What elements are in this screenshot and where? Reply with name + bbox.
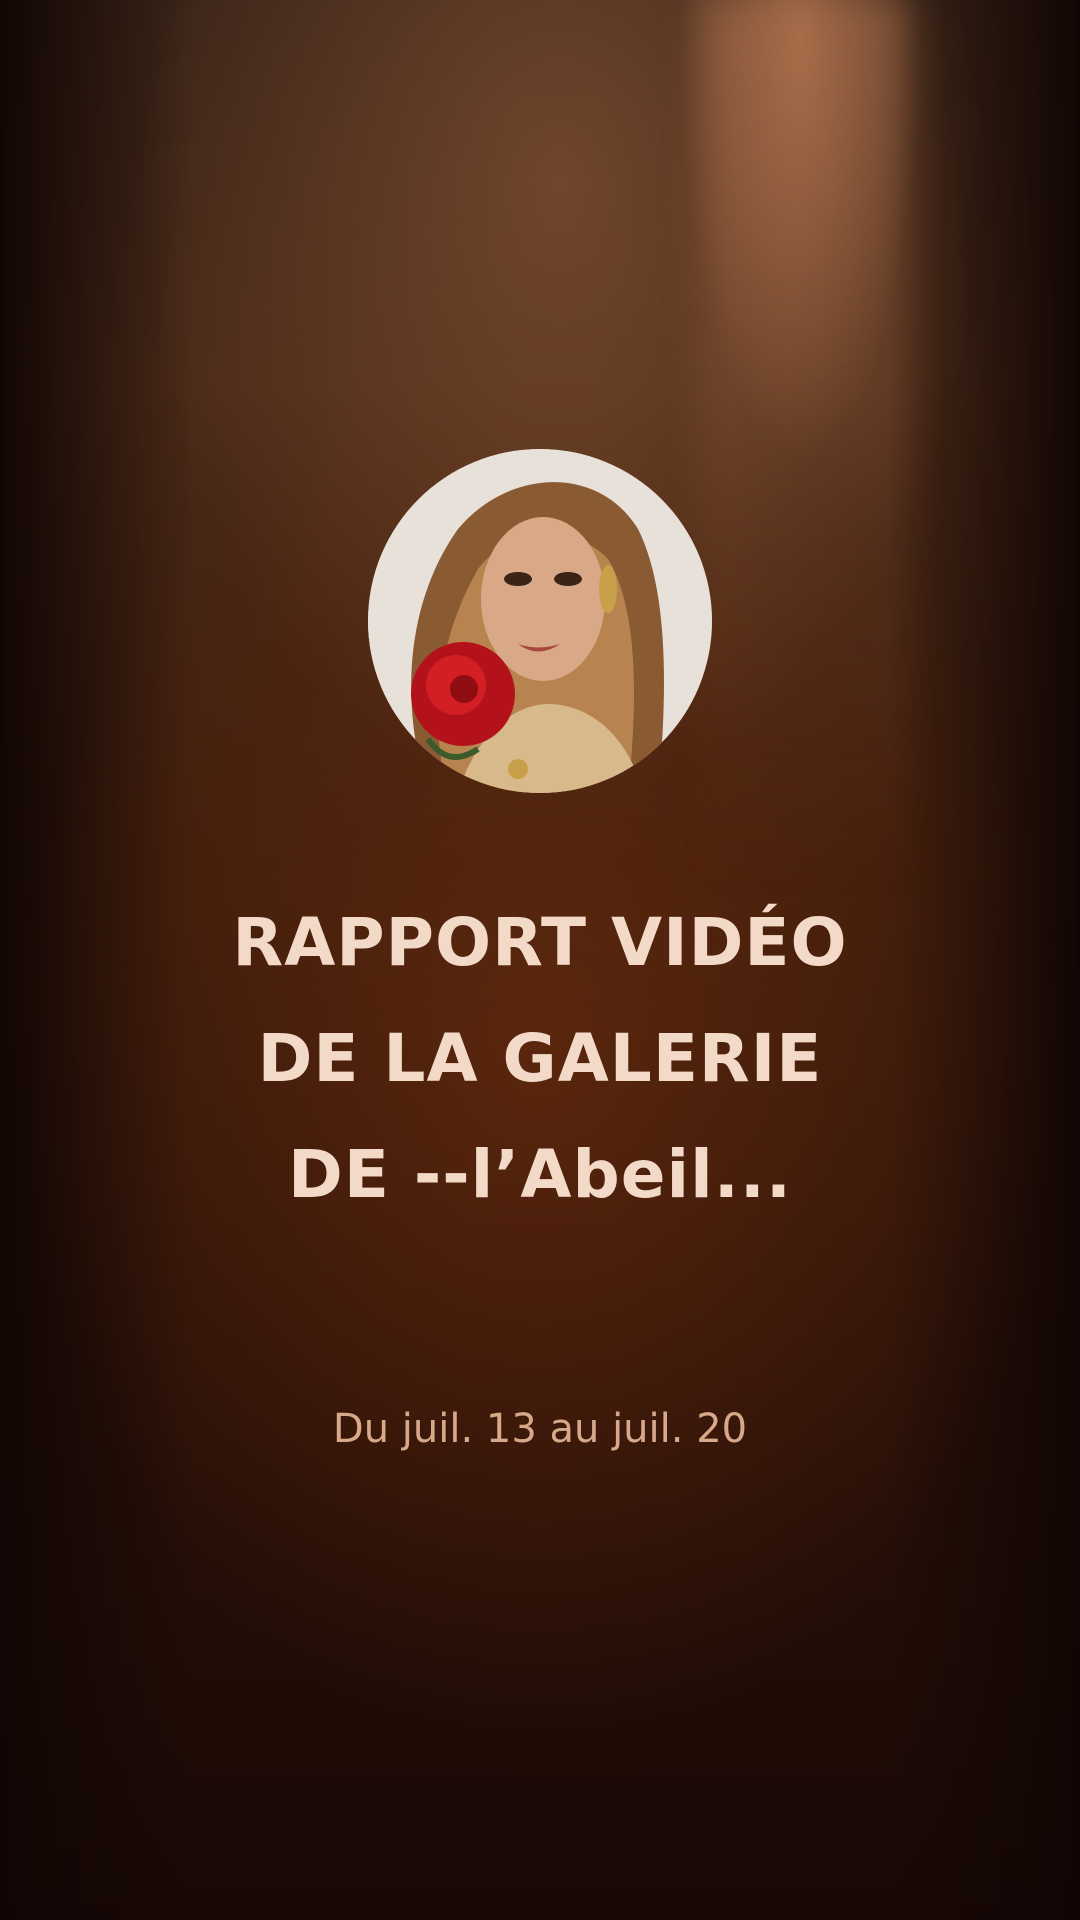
- title-line-3: DE --l’Abeil...: [288, 1136, 792, 1213]
- date-range: Du juil. 13 au juil. 20: [332, 1406, 748, 1452]
- report-title: RAPPORT VIDÉO DE LA GALERIE DE --l’Abeil…: [90, 885, 990, 1233]
- light-streak: [700, 0, 910, 900]
- profile-avatar: [368, 449, 712, 793]
- title-line-2: DE LA GALERIE: [257, 1020, 823, 1097]
- report-screen: RAPPORT VIDÉO DE LA GALERIE DE --l’Abeil…: [0, 0, 1080, 1920]
- title-line-1: RAPPORT VIDÉO: [232, 904, 848, 981]
- profile-photo-icon: [368, 449, 712, 793]
